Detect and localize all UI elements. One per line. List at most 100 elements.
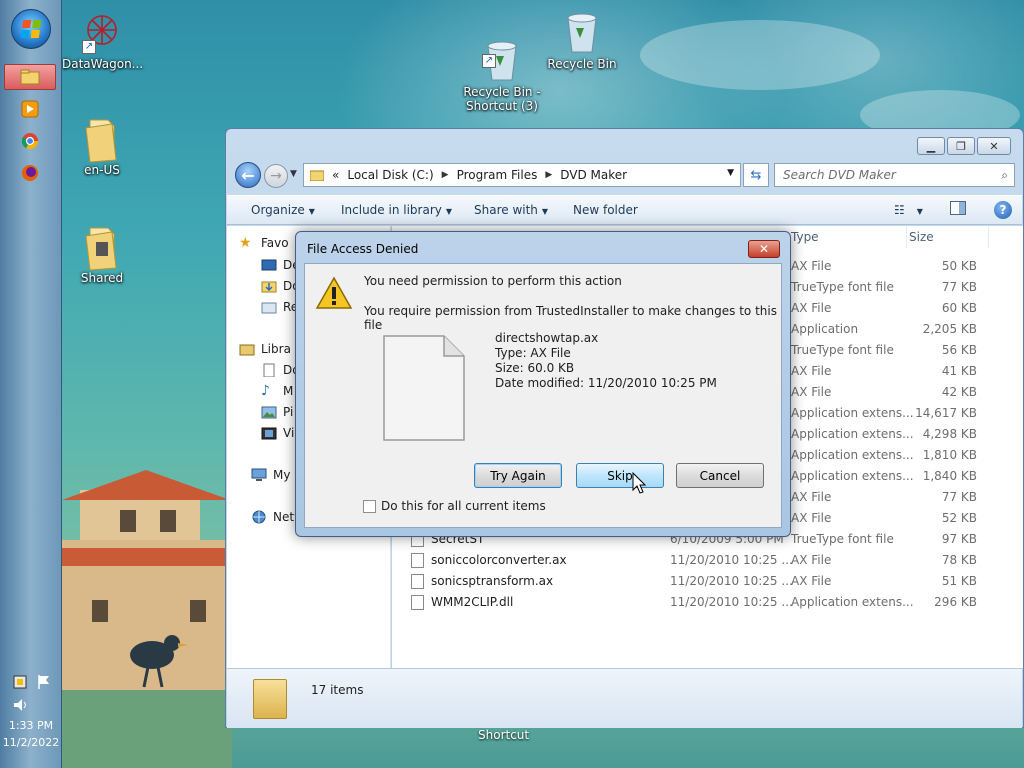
- taskbar-explorer-button[interactable]: [4, 64, 56, 90]
- caret-down-icon: ▼: [541, 207, 549, 216]
- help-icon[interactable]: ?: [994, 201, 1012, 219]
- volume-icon[interactable]: [12, 697, 28, 713]
- documents-icon: [263, 363, 275, 377]
- background-house-roof: [62, 470, 230, 500]
- nav-favorites[interactable]: ★ Favo: [239, 236, 289, 250]
- taskbar-firefox-button[interactable]: [4, 160, 56, 186]
- folder-icon: [82, 116, 122, 163]
- address-bar[interactable]: « Local Disk (C:) ▶ Program Files ▶ DVD …: [303, 163, 741, 187]
- downloads-folder-icon: [261, 281, 277, 293]
- nav-label: Favo: [261, 236, 289, 250]
- file-type-cell: Application extens...: [791, 595, 914, 609]
- desktop-icon-en-us[interactable]: en-US: [62, 116, 142, 177]
- skip-button[interactable]: Skip: [576, 463, 664, 488]
- table-row[interactable]: sonicsptransform.ax 11/20/2010 10:25 ... A…: [392, 571, 1023, 592]
- preview-pane-button[interactable]: [950, 201, 966, 218]
- refresh-icon: ⇆: [750, 167, 762, 183]
- apply-to-all-checkbox[interactable]: Do this for all current items: [363, 499, 546, 513]
- nav-music[interactable]: ♪ M: [261, 384, 293, 398]
- file-size-cell: 77 KB: [941, 490, 977, 504]
- column-header-type[interactable]: Type: [791, 226, 907, 248]
- background-house-roof: [62, 548, 232, 566]
- desktop-icon-datawagon[interactable]: ↗ DataWagon...: [62, 10, 144, 71]
- maximize-button[interactable]: ❐: [947, 137, 975, 155]
- file-size-cell: 77 KB: [941, 280, 977, 294]
- taskbar-media-player-button[interactable]: [4, 96, 56, 122]
- table-row[interactable]: WMM2CLIP.dll 11/20/2010 10:25 ... Applicat…: [392, 592, 1023, 613]
- refresh-button[interactable]: ⇆: [743, 163, 769, 187]
- search-icon: ⌕: [1001, 168, 1008, 182]
- breadcrumb-item-program-files[interactable]: Program Files: [457, 168, 538, 182]
- file-type-cell: AX File: [791, 385, 832, 399]
- breadcrumb-item-dvd-maker[interactable]: DVD Maker: [560, 168, 627, 182]
- file-date-cell: 11/20/2010 10:25 ...: [670, 595, 793, 609]
- change-view-button[interactable]: ☷ ▼: [894, 203, 923, 217]
- nav-recent-places[interactable]: Re: [261, 300, 298, 314]
- file-size-cell: 4,298 KB: [922, 427, 977, 441]
- nav-desktop[interactable]: De: [261, 258, 300, 272]
- dialog-close-button[interactable]: ✕: [748, 240, 780, 258]
- file-type-cell: Application extens...: [791, 469, 914, 483]
- file-date-cell: 11/20/2010 10:25 ...: [670, 574, 793, 588]
- share-with-button[interactable]: Share with ▼: [474, 203, 548, 217]
- file-type-cell: AX File: [791, 301, 832, 315]
- file-size-cell: 296 KB: [934, 595, 977, 609]
- action-center-flag-icon[interactable]: [12, 674, 28, 690]
- datawagon-icon: ↗: [82, 10, 122, 54]
- file-name-cell: sonicsptransform.ax: [431, 574, 554, 588]
- search-input[interactable]: Search DVD Maker ⌕: [774, 163, 1015, 187]
- new-folder-button[interactable]: New folder: [573, 203, 638, 217]
- close-button[interactable]: ✕: [977, 137, 1011, 155]
- computer-icon: [251, 468, 267, 481]
- minimize-button[interactable]: ▁: [917, 137, 945, 155]
- clock-date[interactable]: 11/2/2022: [0, 736, 62, 749]
- table-row[interactable]: soniccolorconverter.ax 11/20/2010 10:25 .…: [392, 550, 1023, 571]
- nav-videos[interactable]: Vi: [261, 426, 294, 440]
- file-size-cell: 52 KB: [941, 511, 977, 525]
- file-name-cell: soniccolorconverter.ax: [431, 553, 567, 567]
- breadcrumb-overflow[interactable]: «: [332, 168, 339, 182]
- try-again-button[interactable]: Try Again: [474, 463, 562, 488]
- include-in-library-button[interactable]: Include in library ▼: [341, 203, 452, 217]
- recent-pages-button[interactable]: ▼: [290, 169, 297, 179]
- file-size-cell: 42 KB: [941, 385, 977, 399]
- cancel-button[interactable]: Cancel: [676, 463, 764, 488]
- organize-button[interactable]: Organize ▼: [251, 203, 315, 217]
- nav-libraries[interactable]: Libra: [239, 342, 291, 356]
- nav-label: Pi: [283, 405, 294, 419]
- windows-logo-icon: [20, 20, 42, 38]
- recent-places-icon: [261, 302, 277, 314]
- nav-downloads[interactable]: Do: [261, 279, 300, 293]
- firefox-icon: [22, 165, 38, 181]
- clock-time[interactable]: 1:33 PM: [0, 719, 62, 732]
- taskbar-chrome-button[interactable]: [4, 128, 56, 154]
- checkbox-box[interactable]: [363, 499, 376, 513]
- nav-pictures[interactable]: Pi: [261, 405, 293, 419]
- breadcrumb-chevron-icon[interactable]: ▶: [442, 170, 449, 180]
- dialog-heading: You need permission to perform this acti…: [364, 274, 622, 288]
- desktop-icon-recycle-bin[interactable]: Recycle Bin: [542, 10, 622, 71]
- back-button[interactable]: ←: [235, 162, 261, 188]
- desktop-icon-label: DataWagon...: [62, 57, 144, 71]
- file-type-cell: Application extens...: [791, 448, 914, 462]
- background-cloud: [640, 20, 880, 90]
- breadcrumb-chevron-icon[interactable]: ▶: [545, 170, 552, 180]
- forward-button[interactable]: →: [264, 164, 288, 188]
- file-size-cell: 60 KB: [941, 301, 977, 315]
- folder-icon: [82, 224, 122, 271]
- new-folder-label: New folder: [573, 203, 638, 217]
- breadcrumb-item-local-disk[interactable]: Local Disk (C:): [347, 168, 433, 182]
- nav-documents[interactable]: Do: [261, 363, 300, 377]
- file-access-denied-dialog: File Access Denied ✕ You need permission…: [295, 231, 791, 537]
- column-header-size[interactable]: Size: [909, 226, 989, 248]
- desktop-icon-shared[interactable]: Shared: [62, 224, 142, 285]
- address-dropdown-icon[interactable]: ▼: [727, 168, 734, 178]
- desktop-icon-recycle-bin-shortcut[interactable]: ↗ Recycle Bin - Shortcut (3): [462, 10, 542, 127]
- nav-label: Libra: [261, 342, 291, 356]
- organize-label: Organize: [251, 203, 305, 217]
- flag-icon[interactable]: [36, 674, 52, 690]
- background-window: [160, 510, 176, 532]
- arrow-right-icon: →: [270, 168, 282, 184]
- file-size-cell: 97 KB: [941, 532, 977, 546]
- start-button[interactable]: [11, 9, 51, 49]
